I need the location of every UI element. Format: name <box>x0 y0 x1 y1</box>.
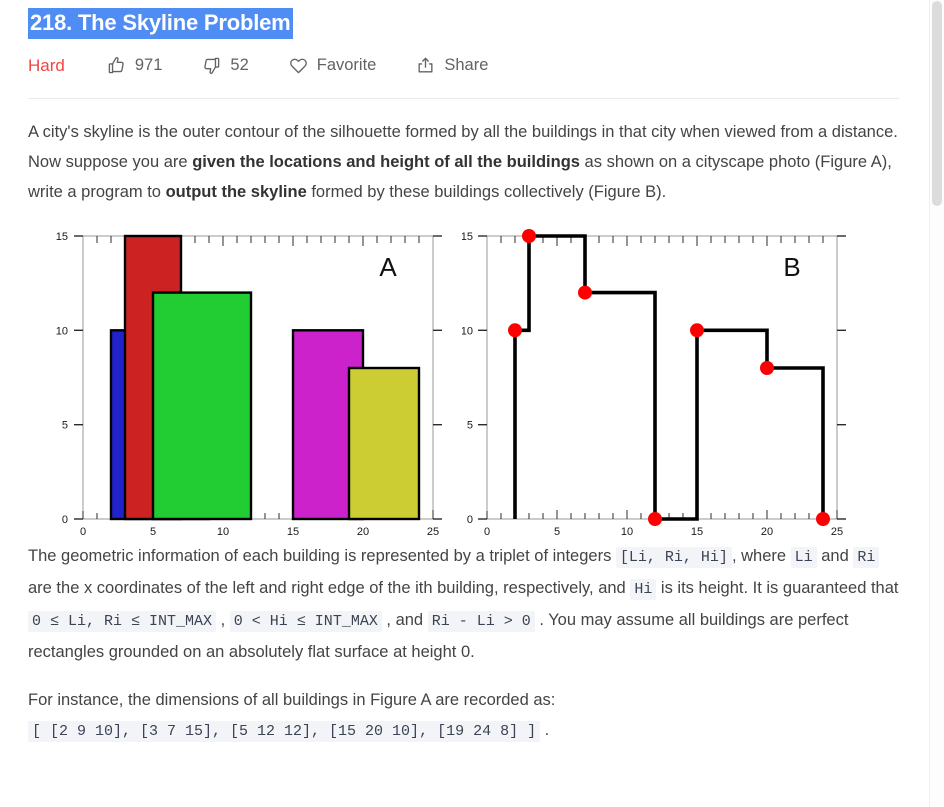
problem-content: 218. The Skyline Problem Hard 971 52 Fav… <box>0 0 927 807</box>
like-button[interactable]: 971 <box>107 56 163 75</box>
figure-a-y-ticks <box>74 234 83 520</box>
share-icon <box>416 56 435 75</box>
key-point <box>816 511 830 526</box>
yellow-building <box>347 366 421 520</box>
description-paragraph-3: For instance, the dimensions of all buil… <box>28 667 899 747</box>
svg-text:5: 5 <box>150 526 156 537</box>
svg-text:5: 5 <box>62 419 68 431</box>
heart-icon <box>289 56 308 75</box>
dislike-count: 52 <box>230 56 249 75</box>
key-point <box>522 228 536 243</box>
svg-text:10: 10 <box>56 325 68 337</box>
key-point <box>760 360 774 375</box>
p1-bold-1: given the locations and height of all th… <box>192 152 580 171</box>
p2-text-a: The geometric information of each buildi… <box>28 546 616 565</box>
description-paragraph-2: The geometric information of each buildi… <box>28 537 899 667</box>
figure-b-label: B <box>783 252 800 282</box>
svg-text:25: 25 <box>831 526 843 537</box>
code-example-dimensions: [ [2 9 10], [3 7 15], [5 12 12], [15 20 … <box>28 720 541 742</box>
p3-text-a: For instance, the dimensions of all buil… <box>28 690 556 709</box>
svg-text:10: 10 <box>462 325 473 337</box>
p2-text-d: are the x coordinates of the left and ri… <box>28 578 631 597</box>
scrollbar-thumb[interactable] <box>932 1 942 206</box>
figure-b: 0 5 10 15 0 5 10 15 20 25 B <box>462 221 888 537</box>
figure-b-y-ticks <box>478 234 487 520</box>
code-constraint-3: Ri - Li > 0 <box>427 610 535 632</box>
dislike-button[interactable]: 52 <box>202 56 249 75</box>
figure-a-svg: 0 5 10 15 0 5 10 15 20 25 A <box>56 231 442 537</box>
code-constraint-1: 0 ≤ Li, Ri ≤ INT_MAX <box>28 610 217 632</box>
svg-text:0: 0 <box>467 514 473 526</box>
p2-text-f: , <box>216 610 230 629</box>
figure-a: 0 5 10 15 0 5 10 15 20 25 A <box>28 221 454 537</box>
svg-text:15: 15 <box>462 231 473 243</box>
svg-text:20: 20 <box>761 526 773 537</box>
figure-a-y-labels: 0 5 10 15 <box>56 231 68 526</box>
difficulty-badge: Hard <box>28 55 65 75</box>
scrollbar-track[interactable] <box>929 0 944 807</box>
p2-text-c: and <box>816 546 854 565</box>
code-li: Li <box>790 546 817 568</box>
p1-text-e: formed by these buildings collectively (… <box>306 182 667 201</box>
svg-text:0: 0 <box>484 526 490 537</box>
key-point <box>578 285 592 300</box>
green-building <box>151 290 253 520</box>
p1-bold-2: output the skyline <box>165 182 307 201</box>
p3-text-b: . <box>540 720 550 739</box>
figure-b-y-ticks-right <box>837 234 846 520</box>
code-constraint-2: 0 < Hi ≤ INT_MAX <box>229 610 382 632</box>
svg-text:25: 25 <box>427 526 439 537</box>
figure-b-svg: 0 5 10 15 0 5 10 15 20 25 B <box>462 228 846 537</box>
key-point <box>690 322 704 337</box>
svg-text:20: 20 <box>357 526 369 537</box>
thumbs-down-icon <box>202 56 221 75</box>
svg-text:5: 5 <box>467 419 473 431</box>
p2-text-e: is its height. It is guaranteed that <box>656 578 899 597</box>
favorite-button[interactable]: Favorite <box>289 56 377 75</box>
svg-text:0: 0 <box>80 526 86 537</box>
title-row: 218. The Skyline Problem <box>28 0 899 39</box>
figures-container: 0 5 10 15 0 5 10 15 20 25 A 0 5 10 15 0 … <box>28 221 899 537</box>
code-hi: Hi <box>630 578 657 600</box>
p2-text-b: , where <box>731 546 791 565</box>
svg-text:10: 10 <box>621 526 633 537</box>
p2-text-g: , and <box>381 610 428 629</box>
problem-page: 218. The Skyline Problem Hard 971 52 Fav… <box>0 0 944 807</box>
figure-a-x-labels: 0 5 10 15 20 25 <box>80 526 439 537</box>
svg-text:15: 15 <box>691 526 703 537</box>
favorite-label: Favorite <box>316 56 377 75</box>
page-title: 218. The Skyline Problem <box>28 8 293 39</box>
share-button[interactable]: Share <box>416 56 488 75</box>
svg-text:10: 10 <box>217 526 229 537</box>
key-point <box>648 511 662 526</box>
svg-text:15: 15 <box>287 526 299 537</box>
svg-text:5: 5 <box>554 526 560 537</box>
figure-b-x-labels: 0 5 10 15 20 25 <box>484 526 843 537</box>
code-triplet: [Li, Ri, Hi] <box>615 546 732 568</box>
share-label: Share <box>444 56 489 75</box>
action-bar: Hard 971 52 Favorite Share <box>28 53 899 79</box>
description-paragraph-1: A city's skyline is the outer contour of… <box>28 99 899 207</box>
key-point <box>508 322 522 337</box>
thumbs-up-icon <box>107 56 126 75</box>
svg-text:15: 15 <box>56 231 68 243</box>
like-count: 971 <box>134 56 163 75</box>
figure-b-y-labels: 0 5 10 15 <box>462 231 473 526</box>
svg-text:0: 0 <box>62 514 68 526</box>
figure-a-label: A <box>379 252 397 282</box>
figure-a-y-ticks-right <box>433 234 442 520</box>
code-ri: Ri <box>853 546 880 568</box>
